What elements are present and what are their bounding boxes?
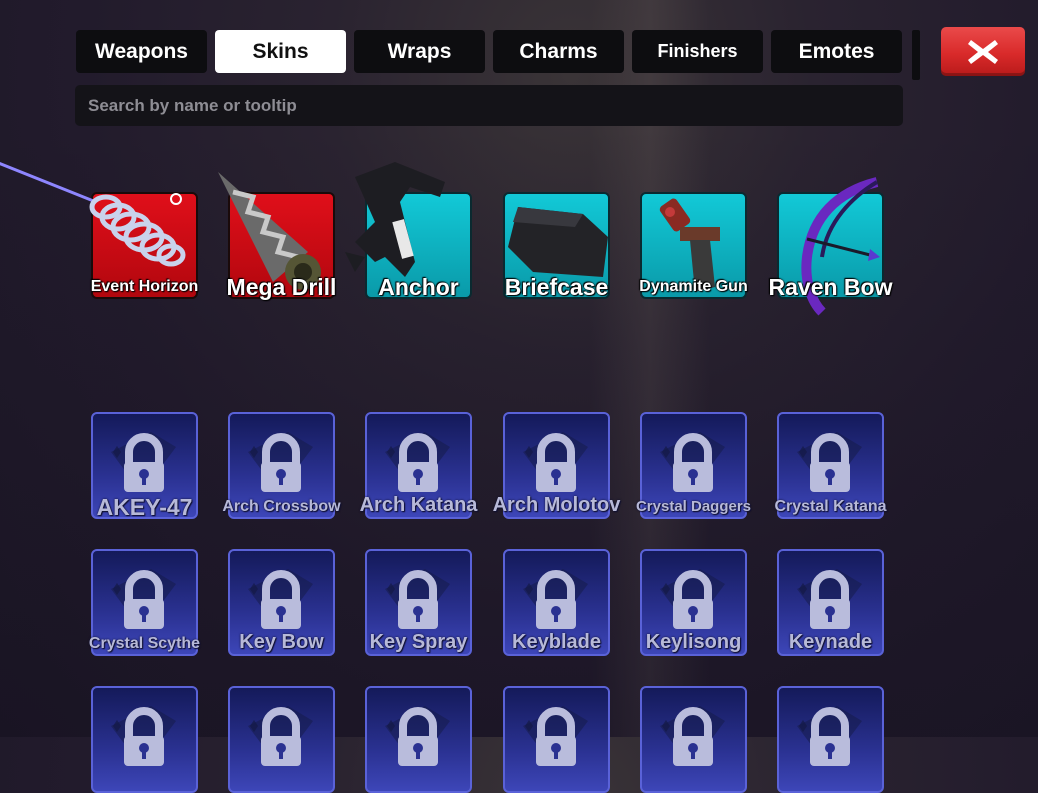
locked-skin-card[interactable] <box>640 686 747 793</box>
locked-skin-card[interactable]: Arch Molotov <box>493 412 620 519</box>
locked-skin-card[interactable] <box>365 686 472 793</box>
skin-card-event-horizon[interactable]: Event Horizon <box>0 161 198 299</box>
close-x-icon <box>968 39 998 64</box>
locked-skin-card[interactable] <box>91 686 198 793</box>
locked-skin-card[interactable]: Arch Katana <box>360 412 477 519</box>
locked-skin-card[interactable] <box>503 686 610 793</box>
tab-wraps[interactable]: Wraps <box>354 30 485 73</box>
locked-skin-card[interactable]: Crystal Scythe <box>89 549 200 656</box>
locked-skin-card[interactable] <box>777 686 884 793</box>
locked-skin-card[interactable] <box>228 686 335 793</box>
tab-emotes[interactable]: Emotes <box>771 30 902 73</box>
skin-card-anchor[interactable]: Anchor <box>345 162 472 300</box>
category-tabs: Weapons Skins Wraps Charms Finishers Emo… <box>76 30 902 73</box>
tab-weapons[interactable]: Weapons <box>76 30 207 73</box>
locked-skin-card[interactable]: Crystal Daggers <box>636 412 751 519</box>
locked-skin-card[interactable]: Key Spray <box>365 549 472 656</box>
tab-charms[interactable]: Charms <box>493 30 624 73</box>
tab-skins[interactable]: Skins <box>215 30 346 73</box>
skin-name: Crystal Katana <box>774 498 887 515</box>
search-bar <box>75 85 903 126</box>
tabs-scrollbar[interactable] <box>912 30 920 80</box>
locked-skin-card[interactable]: Key Bow <box>228 549 335 656</box>
lock-icon <box>523 706 588 766</box>
skin-card-raven-bow[interactable]: Raven Bow <box>769 177 892 316</box>
lock-icon <box>797 706 862 766</box>
lock-icon <box>385 706 450 766</box>
search-input[interactable] <box>86 94 903 117</box>
locked-skin-card[interactable]: Keynade <box>777 549 884 656</box>
skin-name: Keynade <box>788 631 873 653</box>
event-horizon-icon <box>0 161 186 267</box>
close-button[interactable] <box>941 27 1025 76</box>
locked-skin-card[interactable]: Arch Crossbow <box>222 412 341 519</box>
lock-icon <box>660 706 725 766</box>
skin-card-mega-drill[interactable]: Mega Drill <box>218 172 336 300</box>
locked-skin-card[interactable]: Keyblade <box>503 549 610 656</box>
locked-skin-card[interactable]: Keylisong <box>640 549 747 656</box>
locked-skin-card[interactable]: Crystal Katana <box>774 412 887 519</box>
tab-finishers[interactable]: Finishers <box>632 30 763 73</box>
skin-card-briefcase[interactable]: Briefcase <box>503 192 610 300</box>
locked-skin-card[interactable]: AKEY-47 <box>91 412 198 520</box>
lock-icon <box>111 706 176 766</box>
skin-name: Raven Bow <box>768 274 893 300</box>
skin-card-dynamite-gun[interactable]: Dynamite Gun <box>639 192 748 299</box>
lock-icon <box>248 706 313 766</box>
